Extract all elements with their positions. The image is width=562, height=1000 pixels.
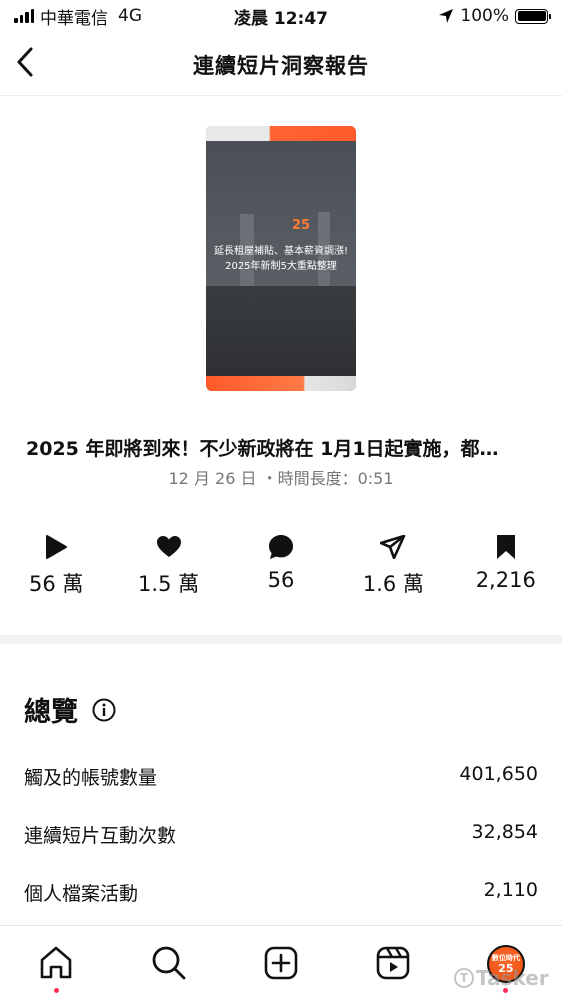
bookmark-icon [496, 535, 515, 559]
comment-icon [268, 535, 293, 559]
overview-row-interactions: 連續短片互動次數 32,854 [24, 821, 538, 848]
stat-comments-value: 56 [267, 568, 295, 592]
location-arrow-icon [439, 9, 454, 23]
stat-shares: 1.6 萬 [337, 532, 449, 598]
carrier-name: 中華電信 [40, 8, 108, 29]
overview-row-label: 個人檔案活動 [24, 883, 139, 905]
overview-title: 總覽 [24, 697, 78, 728]
overview-heading: 總覽 [24, 690, 116, 729]
signal-icon [14, 9, 34, 23]
watermark: T Tasker [454, 966, 549, 990]
thumbnail-caption-line2: 2025年新制5大重點整理 [225, 261, 337, 272]
heart-icon [156, 536, 181, 557]
stat-shares-value: 1.6 萬 [362, 572, 424, 596]
overview-row-label: 觸及的帳號數量 [24, 767, 158, 789]
reel-meta: 12 月 26 日 ・時間長度：0:51 [168, 469, 394, 488]
nav-create[interactable] [225, 926, 337, 1000]
reels-icon [377, 946, 410, 980]
notification-dot [53, 988, 59, 993]
section-divider [0, 635, 562, 644]
share-icon [380, 535, 406, 559]
overview-row-value: 32,854 [471, 821, 538, 843]
stat-comments: 56 [225, 532, 337, 598]
home-icon [40, 946, 72, 979]
thumbnail-caption-line1: 延長租屋補貼、基本薪資調漲! [213, 246, 348, 257]
back-button[interactable] [10, 44, 40, 80]
status-bar: 中華電信 4G 凌晨 12:47 100% [0, 0, 562, 32]
nav-search[interactable] [112, 926, 224, 1000]
stat-likes: 1.5 萬 [112, 532, 224, 598]
play-icon [46, 535, 68, 559]
nav-reels[interactable] [337, 926, 449, 1000]
reel-thumbnail[interactable]: 25 延長租屋補貼、基本薪資調漲! 2025年新制5大重點整理 [206, 126, 356, 391]
watermark-text: Tasker [476, 966, 549, 990]
nav-home[interactable] [0, 926, 112, 1000]
top-header: 連續短片洞察報告 [0, 34, 562, 96]
battery-icon [515, 8, 551, 24]
overview-row-profile-activity: 個人檔案活動 2,110 [24, 879, 538, 906]
reel-caption: 2025 年即將到來！不少新政將在 1月1日起實施，都… [26, 438, 499, 460]
battery-level [517, 11, 546, 21]
thumbnail-road [206, 286, 356, 376]
stat-plays: 56 萬 [0, 532, 112, 598]
stat-saves: 2,216 [450, 532, 562, 598]
watermark-logo-icon: T [454, 968, 474, 988]
engagement-stats: 56 萬 1.5 萬 56 1.6 萬 2,216 [0, 532, 562, 598]
network-type: 4G [118, 6, 142, 26]
create-icon [264, 946, 298, 980]
page-title: 連續短片洞察報告 [193, 53, 369, 78]
stat-likes-value: 1.5 萬 [138, 572, 200, 596]
battery-percent: 100% [460, 6, 509, 26]
stat-saves-value: 2,216 [475, 568, 536, 592]
info-icon[interactable] [92, 698, 116, 722]
thumbnail-caption: 延長租屋補貼、基本薪資調漲! 2025年新制5大重點整理 [206, 244, 356, 274]
thumbnail-top-bar [206, 126, 356, 141]
thumbnail-bottom-bar [206, 376, 356, 391]
thumbnail-logo: 25 [292, 218, 311, 233]
stat-plays-value: 56 萬 [28, 572, 84, 596]
overview-row-value: 2,110 [483, 879, 538, 901]
search-icon [152, 946, 186, 980]
overview-row-accounts-reached: 觸及的帳號數量 401,650 [24, 763, 538, 790]
chevron-left-icon [17, 47, 33, 77]
overview-row-value: 401,650 [459, 763, 538, 785]
overview-row-label: 連續短片互動次數 [24, 825, 177, 847]
